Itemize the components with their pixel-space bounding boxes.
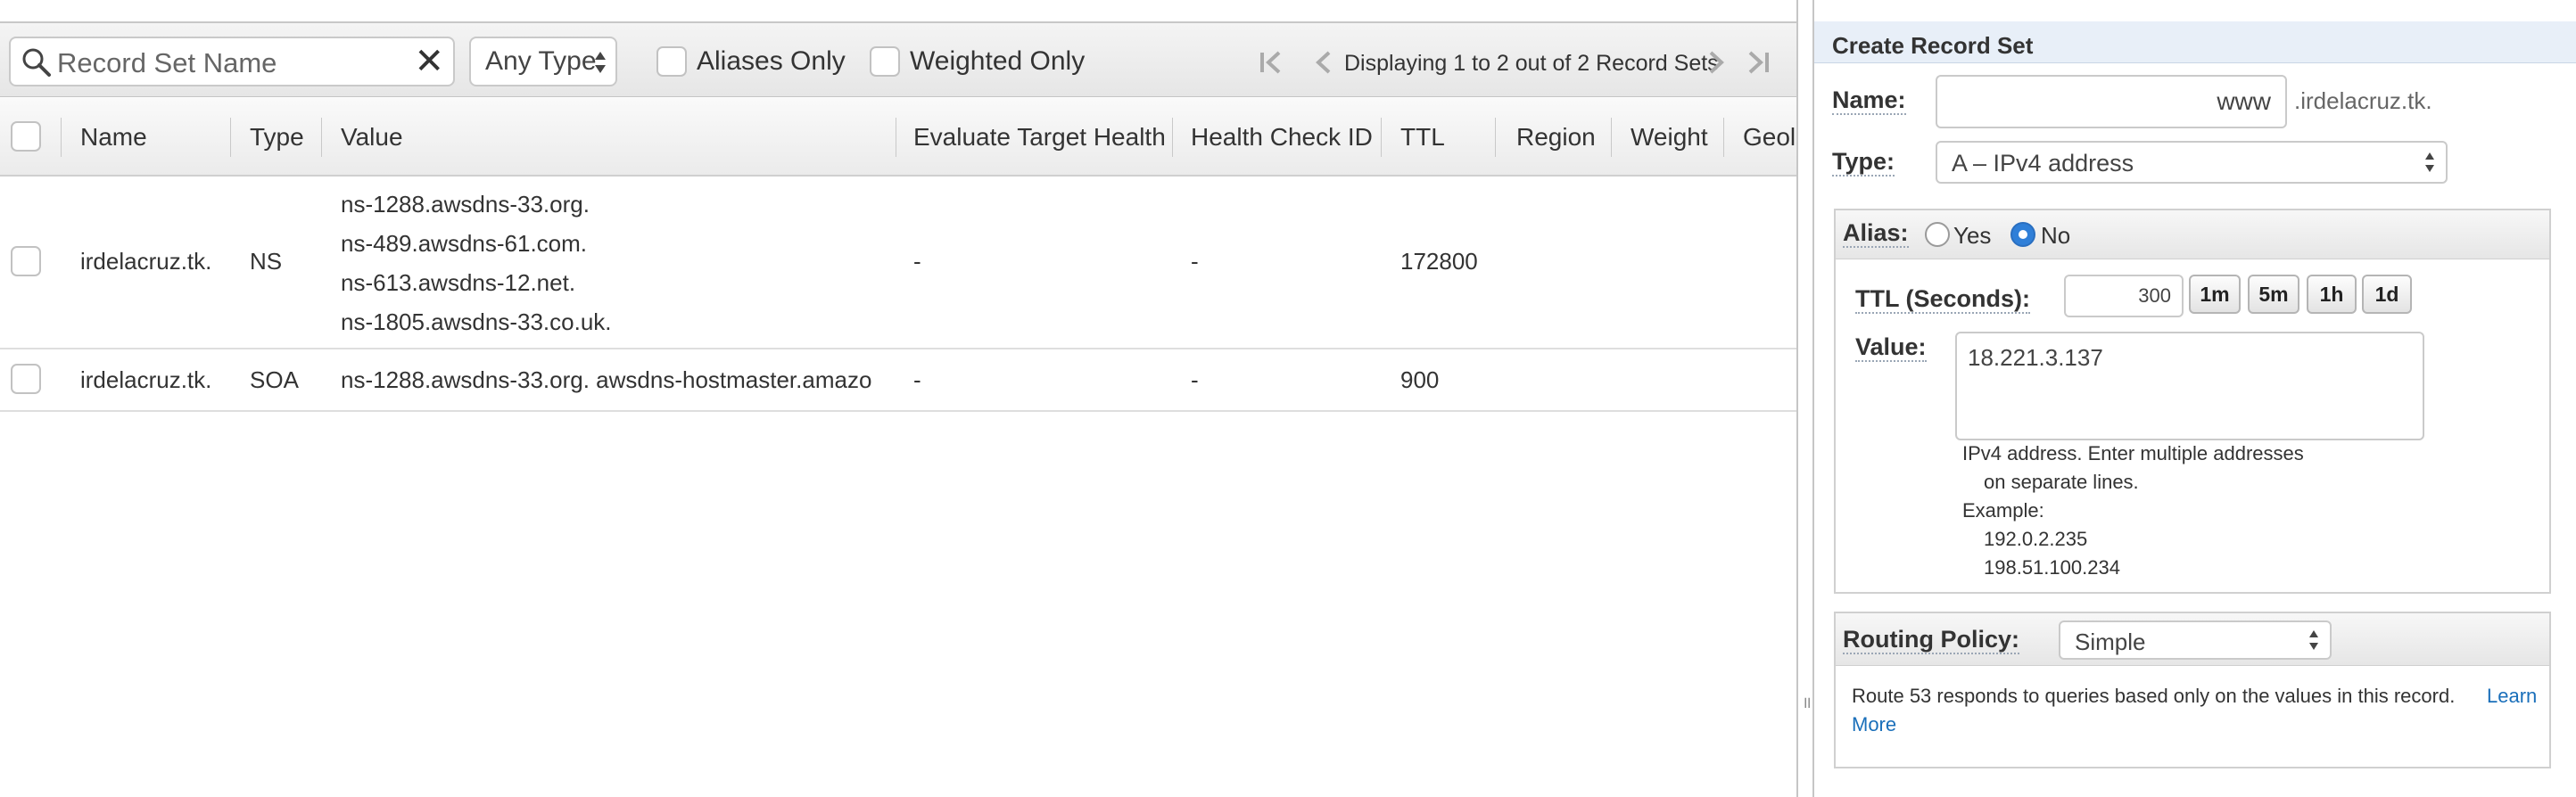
column-header-value[interactable]: Value [341, 123, 403, 152]
record-value-clip: ns-1288.awsdns-33.org. awsdns-hostmaster… [341, 349, 878, 410]
column-header-ttl[interactable]: TTL [1400, 123, 1445, 152]
column-separator [1611, 118, 1612, 157]
record-evaluate-target-health: - [913, 366, 921, 393]
updown-arrows-icon [2309, 630, 2318, 650]
search-input[interactable] [55, 45, 411, 82]
record-evaluate-target-health: - [913, 248, 921, 275]
clear-search-icon[interactable]: ✕ [414, 44, 444, 79]
first-page-icon[interactable] [1256, 47, 1286, 78]
panel-title: Create Record Set [1832, 32, 2034, 59]
pagination-status: Displaying 1 to 2 out of 2 Record Sets [1344, 51, 1719, 76]
value-label: Value: [1855, 333, 1927, 362]
panel-title-bar: Create Record Set [1814, 21, 2576, 63]
record-ttl: 172800 [1400, 248, 1478, 275]
column-header-geolocation-clip: Geolc [1743, 98, 1796, 175]
search-icon [22, 48, 51, 77]
ttl-5m-button[interactable]: 5m [2248, 275, 2299, 314]
next-page-icon[interactable] [1702, 47, 1732, 78]
record-name: irdelacruz.tk. [80, 366, 212, 393]
value-help-example: 198.51.100.234 [1984, 556, 2120, 579]
record-sets-pane: ✕ Any Type Aliases Only Weighted Only Di… [0, 0, 1796, 797]
alias-no-radio[interactable] [2010, 222, 2035, 247]
ttl-label: TTL (Seconds): [1855, 285, 2031, 314]
routing-policy-select[interactable]: Simple [2059, 620, 2332, 660]
name-label: Name: [1832, 86, 1906, 115]
previous-page-icon[interactable] [1308, 47, 1338, 78]
value-help-text: IPv4 address. Enter multiple addresses [1962, 442, 2304, 464]
weighted-only-label: Weighted Only [910, 46, 1086, 76]
record-type: NS [250, 248, 283, 275]
record-type-select[interactable]: A – IPv4 address [1936, 141, 2448, 184]
value-help-example: 192.0.2.235 [1984, 528, 2088, 550]
last-page-icon[interactable] [1743, 47, 1773, 78]
record-health-check-id: - [1191, 366, 1199, 393]
column-separator [1172, 118, 1173, 157]
table-row[interactable]: irdelacruz.tk. NS ns-1288.awsdns-33.org.… [0, 177, 1796, 348]
record-value-line: ns-1288.awsdns-33.org. awsdns-hostmaster… [341, 366, 872, 393]
alias-label: Alias: [1843, 219, 1909, 248]
type-filter-value: Any Type [485, 46, 597, 76]
value-help-text: Example: [1962, 499, 2044, 522]
ttl-input[interactable] [2064, 275, 2184, 317]
routing-policy-box: Routing Policy: Simple Route 53 responds… [1834, 612, 2551, 768]
record-name: irdelacruz.tk. [80, 248, 212, 275]
record-value-line: ns-613.awsdns-12.net. [341, 269, 576, 296]
weighted-only-checkbox[interactable] [870, 46, 900, 77]
splitter-grip-icon: ॥ [1802, 694, 1812, 711]
column-separator [1723, 118, 1724, 157]
column-header-evaluate-target-health[interactable]: Evaluate Target Health [913, 123, 1166, 152]
record-type-value: A – IPv4 address [1952, 150, 2134, 177]
routing-policy-value: Simple [2075, 629, 2146, 655]
column-header-weight[interactable]: Weight [1631, 123, 1708, 152]
create-record-set-panel: Create Record Set Name: .irdelacruz.tk. … [1814, 0, 2576, 797]
column-separator [1381, 118, 1382, 157]
grid-header: Name Type Value Evaluate Target Health H… [0, 98, 1796, 177]
column-header-type[interactable]: Type [250, 123, 304, 152]
updown-arrows-icon [595, 52, 606, 73]
record-value-line: ns-489.awsdns-61.com. [341, 230, 588, 257]
record-type: SOA [250, 366, 299, 393]
row-select-checkbox[interactable] [11, 246, 41, 276]
column-header-geolocation[interactable]: Geolc [1743, 123, 1796, 152]
learn-more-link[interactable]: Learn [2487, 685, 2537, 708]
alias-yes-label: Yes [1953, 222, 1992, 249]
table-row[interactable]: irdelacruz.tk. SOA ns-1288.awsdns-33.org… [0, 349, 1796, 410]
alias-header: Alias: Yes No [1836, 210, 2549, 259]
ttl-1h-button[interactable]: 1h [2307, 275, 2357, 314]
column-separator [321, 118, 322, 157]
ttl-1d-button[interactable]: 1d [2362, 275, 2412, 314]
record-health-check-id: - [1191, 248, 1199, 275]
pane-splitter[interactable]: ॥ [1796, 0, 1814, 797]
routing-policy-help: Route 53 responds to queries based only … [1852, 685, 2456, 707]
record-ttl: 900 [1400, 366, 1440, 393]
learn-more-link-continued[interactable]: More [1852, 713, 1896, 736]
record-value-line: ns-1805.awsdns-33.co.uk. [341, 308, 612, 335]
row-select-checkbox[interactable] [11, 364, 41, 394]
alias-no-label: No [2041, 222, 2071, 249]
column-separator [1495, 118, 1496, 157]
routing-policy-header: Routing Policy: Simple [1836, 613, 2549, 666]
record-name-input[interactable] [1936, 75, 2287, 128]
search-box[interactable]: ✕ [9, 37, 455, 86]
select-all-checkbox[interactable] [11, 121, 41, 152]
updown-arrows-icon [2425, 152, 2434, 172]
routing-policy-label: Routing Policy: [1843, 626, 2019, 654]
column-separator [230, 118, 231, 157]
record-value-line: ns-1288.awsdns-33.org. [341, 191, 590, 218]
aliases-only-label: Aliases Only [697, 46, 846, 76]
type-label: Type: [1832, 148, 1895, 177]
column-header-region[interactable]: Region [1516, 123, 1596, 152]
value-help-text: on separate lines. [1984, 471, 2139, 493]
column-separator [61, 118, 62, 157]
aliases-only-checkbox[interactable] [656, 46, 687, 77]
column-header-health-check-id[interactable]: Health Check ID [1191, 123, 1373, 152]
ttl-1m-button[interactable]: 1m [2189, 275, 2241, 314]
record-value-textarea[interactable]: 18.221.3.137 [1955, 332, 2424, 440]
type-filter-select[interactable]: Any Type [469, 37, 617, 86]
alias-yes-radio[interactable] [1925, 222, 1950, 247]
column-header-name[interactable]: Name [80, 123, 147, 152]
filter-toolbar: ✕ Any Type Aliases Only Weighted Only Di… [0, 23, 1796, 97]
row-divider [0, 410, 1796, 412]
domain-suffix: .irdelacruz.tk. [2294, 87, 2432, 114]
